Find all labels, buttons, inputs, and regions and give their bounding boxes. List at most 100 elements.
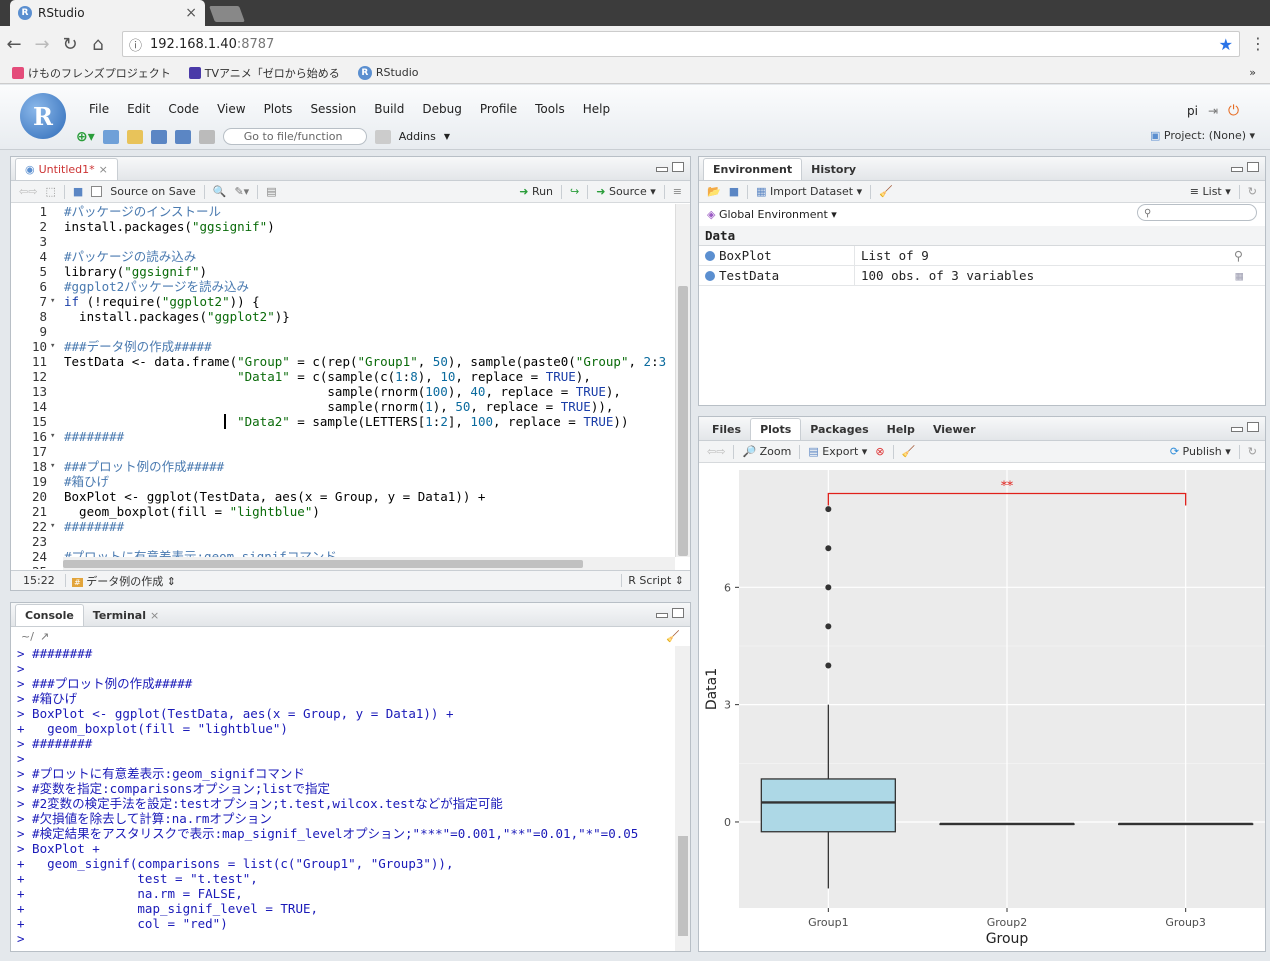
menu-file[interactable]: File: [80, 102, 118, 116]
file-type-menu[interactable]: R Script ⇕: [621, 574, 690, 587]
fold-toggle-icon[interactable]: ▾: [50, 519, 55, 534]
pane-controls[interactable]: [656, 608, 684, 618]
editor-vertical-scrollbar[interactable]: [675, 204, 690, 557]
tab-environment[interactable]: Environment: [703, 158, 803, 180]
new-file-icon[interactable]: ⊕▾: [76, 129, 95, 145]
tab-history[interactable]: History: [802, 158, 865, 180]
previous-plot-icon[interactable]: ⇦⇨: [707, 445, 725, 458]
outlier-point: [825, 662, 832, 669]
menu-help[interactable]: Help: [574, 102, 619, 116]
save-all-icon[interactable]: [174, 129, 191, 144]
sign-out-icon[interactable]: ⇥: [1208, 104, 1218, 118]
tab-files[interactable]: Files: [703, 418, 750, 440]
search-icon[interactable]: ⚲: [1234, 248, 1243, 263]
environment-row[interactable]: BoxPlot List of 9 ⚲: [699, 246, 1265, 266]
clear-workspace-icon[interactable]: 🧹: [879, 185, 893, 198]
zoom-button[interactable]: 🔎 Zoom: [742, 445, 791, 458]
source-button[interactable]: ➜ Source ▾: [596, 185, 656, 198]
code-tools-icon[interactable]: ✎▾: [234, 185, 249, 198]
environment-search-input[interactable]: ⚲: [1137, 204, 1257, 221]
tab-packages[interactable]: Packages: [801, 418, 877, 440]
clear-console-icon[interactable]: 🧹: [666, 630, 680, 643]
menu-profile[interactable]: Profile: [471, 102, 526, 116]
back-icon[interactable]: ←: [0, 34, 28, 55]
fold-toggle-icon[interactable]: ▾: [50, 294, 55, 309]
pane-controls[interactable]: [656, 162, 684, 172]
bookmark-item[interactable]: TVアニメ「ゼロから始める: [188, 65, 340, 81]
remove-plot-icon[interactable]: ⊗: [875, 445, 884, 458]
back-icon[interactable]: ⇦⇨: [19, 185, 37, 198]
new-project-icon[interactable]: [102, 129, 119, 144]
power-icon[interactable]: ⏻: [1228, 103, 1239, 119]
search-icon[interactable]: 🔍: [213, 185, 227, 198]
save-icon[interactable]: [150, 129, 167, 144]
code-editor[interactable]: 1 #パッケージのインストール 2 install.packages("ggsigni…: [11, 204, 675, 569]
menu-debug[interactable]: Debug: [413, 102, 470, 116]
pane-controls[interactable]: [1231, 162, 1259, 172]
save-icon[interactable]: ■: [73, 185, 83, 198]
export-button[interactable]: ▤ Export ▾: [808, 445, 867, 458]
import-dataset-button[interactable]: ▦ Import Dataset ▾: [756, 185, 862, 198]
rerun-icon[interactable]: ↪: [570, 185, 579, 198]
more-bookmarks-icon[interactable]: »: [1249, 66, 1256, 79]
fold-toggle-icon[interactable]: ▾: [50, 429, 55, 444]
clear-plots-icon[interactable]: 🧹: [902, 445, 916, 458]
load-workspace-icon[interactable]: 📂: [707, 185, 721, 198]
tab-viewer[interactable]: Viewer: [924, 418, 985, 440]
bookmark-star-icon[interactable]: ★: [1219, 35, 1233, 54]
fold-toggle-icon[interactable]: ▾: [50, 459, 55, 474]
show-in-window-icon[interactable]: ⬚: [45, 185, 55, 198]
menu-tools[interactable]: Tools: [526, 102, 574, 116]
publish-button[interactable]: ⟳ Publish ▾: [1170, 445, 1231, 458]
new-tab-button[interactable]: [209, 6, 245, 22]
outline-icon[interactable]: ≡: [673, 185, 682, 198]
menu-edit[interactable]: Edit: [118, 102, 159, 116]
home-icon[interactable]: ⌂: [84, 34, 112, 55]
go-to-directory-icon[interactable]: ↗: [40, 630, 49, 643]
workspace-panes-icon[interactable]: [374, 129, 391, 144]
project-menu[interactable]: ▣ Project: (None) ▾: [1150, 129, 1255, 142]
fold-toggle-icon[interactable]: ▾: [50, 339, 55, 354]
menu-view[interactable]: View: [208, 102, 254, 116]
forward-icon[interactable]: →: [28, 34, 56, 55]
pane-controls[interactable]: [1231, 422, 1259, 432]
refresh-icon[interactable]: ↻: [1248, 185, 1257, 198]
tab-terminal[interactable]: Terminal ×: [84, 604, 168, 626]
close-icon[interactable]: ×: [150, 609, 159, 622]
console-scrollbar[interactable]: [675, 646, 690, 951]
goto-file-input[interactable]: Go to file/function: [222, 128, 367, 145]
close-icon[interactable]: ×: [185, 5, 197, 21]
view-table-icon[interactable]: ▦: [1235, 268, 1243, 283]
browser-menu-icon[interactable]: ⋮: [1250, 34, 1266, 53]
open-file-icon[interactable]: [126, 129, 143, 144]
tab-console[interactable]: Console: [15, 604, 84, 626]
menu-build[interactable]: Build: [365, 102, 413, 116]
tab-untitled1[interactable]: ◉ Untitled1* ×: [15, 158, 118, 180]
url-input[interactable]: ⓘ 192.168.1.40 :8787 ★: [122, 31, 1240, 57]
console-path-bar: ~/ ↗ 🧹: [11, 627, 690, 645]
source-on-save-checkbox[interactable]: [91, 186, 103, 197]
editor-horizontal-scrollbar[interactable]: [63, 557, 675, 571]
console-output[interactable]: > ######## > > ###プロット例の作成##### > #箱ひげ > Box…: [17, 646, 675, 946]
tab-plots[interactable]: Plots: [750, 418, 802, 440]
bookmark-item[interactable]: R RStudio: [357, 65, 419, 80]
tab-help[interactable]: Help: [878, 418, 924, 440]
scope-dropdown[interactable]: ◈ Global Environment ▾: [707, 208, 837, 221]
addins-dropdown[interactable]: Addins: [399, 130, 436, 143]
run-button[interactable]: ➜ Run: [519, 185, 553, 198]
line-number: 24: [31, 549, 47, 564]
save-workspace-icon[interactable]: ■: [729, 185, 739, 198]
menu-session[interactable]: Session: [301, 102, 365, 116]
view-mode-dropdown[interactable]: ≡ List ▾: [1190, 185, 1231, 198]
menu-code[interactable]: Code: [159, 102, 208, 116]
close-icon[interactable]: ×: [99, 163, 108, 176]
bookmark-item[interactable]: けものフレンズプロジェクト: [12, 65, 171, 81]
refresh-icon[interactable]: ↻: [1248, 445, 1257, 458]
reload-icon[interactable]: ↻: [56, 34, 84, 55]
compile-report-icon[interactable]: ▤: [266, 185, 276, 198]
environment-row[interactable]: TestData 100 obs. of 3 variables ▦: [699, 266, 1265, 286]
section-menu[interactable]: # データ例の作成 ⇕: [66, 573, 176, 589]
browser-tab[interactable]: R RStudio ×: [10, 0, 205, 26]
print-icon[interactable]: [198, 129, 215, 144]
menu-plots[interactable]: Plots: [255, 102, 302, 116]
